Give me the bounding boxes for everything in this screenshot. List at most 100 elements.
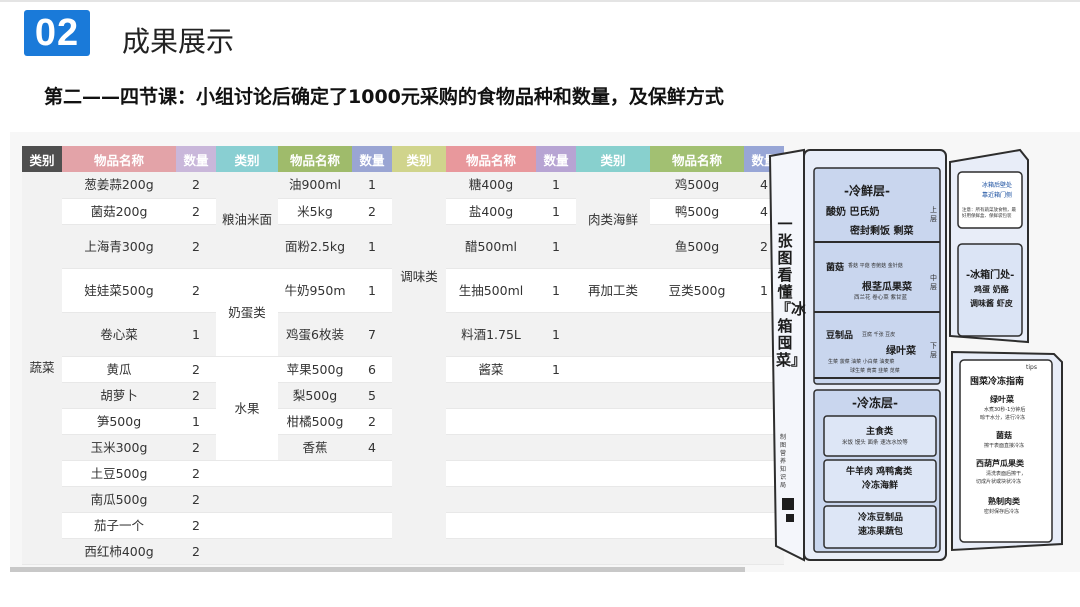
fresh-top-items2: 密封剩饭 剩菜	[850, 226, 914, 237]
page-title: 成果展示	[122, 25, 235, 58]
item-name: 茄子一个	[62, 512, 176, 539]
mid-left-sub: 香菇 平菇 杏鲍菇 金针菇	[848, 263, 903, 269]
freeze-drawer3-label: 冷冻豆制品	[858, 513, 904, 523]
freeze-drawer3-label2: 速冻果蔬包	[858, 527, 904, 537]
door-note-2: 靠近箱门侧	[982, 192, 1013, 199]
guide-item-4-sub: 密封保存后冷冻	[984, 509, 1020, 515]
item-qty: 1	[352, 224, 392, 269]
category-grain-oil: 粮油米面	[216, 172, 278, 269]
empty-cell	[650, 434, 744, 461]
low-main-label: 绿叶菜	[886, 346, 916, 357]
mid-left-label: 菌菇	[826, 263, 845, 273]
upper-shelf-tag: 上层	[930, 206, 937, 223]
empty-cell	[650, 486, 744, 513]
empty-cell	[278, 460, 352, 487]
empty-cell	[216, 538, 278, 565]
item-name: 牛奶950m	[278, 268, 352, 313]
empty-cell	[352, 486, 392, 513]
item-name: 豆类500g	[650, 268, 744, 313]
item-qty: 2	[176, 198, 216, 225]
fresh-layer-title: -冷鲜层-	[844, 184, 890, 198]
item-name: 卷心菜	[62, 312, 176, 357]
fridge-side-title: 一张图看懂『冰箱囤菜』	[776, 215, 807, 369]
door-title: -冰箱门处-	[966, 270, 1015, 281]
item-name: 鱼500g	[650, 224, 744, 269]
item-qty: 5	[352, 382, 392, 409]
empty-cell	[576, 486, 650, 513]
empty-cell	[216, 486, 278, 513]
empty-cell	[536, 408, 576, 435]
item-name: 笋500g	[62, 408, 176, 435]
item-name: 娃娃菜500g	[62, 268, 176, 313]
empty-cell	[446, 434, 536, 461]
item-name: 梨500g	[278, 382, 352, 409]
middle-shelf-tag: 中层	[930, 274, 937, 291]
empty-cell	[576, 408, 650, 435]
guide-item-1-sub: 水煮30秒-1分钟后	[984, 407, 1026, 413]
empty-cell	[650, 538, 744, 565]
door-note-1: 冰箱后壁处	[982, 182, 1013, 189]
empty-cell	[536, 512, 576, 539]
header-item-name: 物品名称	[62, 146, 176, 172]
header-quantity: 数量	[536, 146, 576, 172]
empty-cell	[446, 408, 536, 435]
empty-cell	[650, 312, 744, 357]
category-seasoning: 调味类	[392, 172, 446, 565]
freeze-drawer2-label: 牛羊肉 鸡鸭禽类	[846, 467, 913, 477]
table-header-row: 类别 物品名称 数量 类别 物品名称 数量 类别 物品名称 数量 类别 物品名称…	[22, 146, 784, 172]
table-row: 蔬菜 葱姜蒜200g 2 粮油米面 油900ml 1 调味类 糖400g 1 肉…	[22, 172, 784, 565]
item-qty: 2	[176, 224, 216, 269]
guide-item-1: 绿叶菜	[990, 395, 1014, 404]
header-item-name: 物品名称	[650, 146, 744, 172]
category-meat-seafood: 肉类海鲜	[576, 172, 650, 269]
low-left-label: 豆制品	[826, 331, 854, 341]
empty-cell	[650, 460, 744, 487]
door-tip: 注意：所有蔬菜放食物，最好用保鲜盒、保鲜袋包装	[962, 208, 1016, 219]
item-qty: 1	[352, 172, 392, 199]
empty-cell	[536, 486, 576, 513]
item-qty: 1	[352, 268, 392, 313]
empty-cell	[278, 538, 352, 565]
item-name: 玉米300g	[62, 434, 176, 461]
item-qty: 6	[352, 356, 392, 383]
item-name: 柑橘500g	[278, 408, 352, 435]
item-qty: 1	[536, 312, 576, 357]
header-item-name: 物品名称	[278, 146, 352, 172]
item-name: 糖400g	[446, 172, 536, 199]
lower-shelf-tag: 下层	[930, 342, 937, 359]
item-name: 米5kg	[278, 198, 352, 225]
guide-item-2: 菌菇	[996, 431, 1012, 440]
empty-cell	[446, 460, 536, 487]
mid-main-sub: 西兰花 卷心菜 紫甘蓝	[854, 295, 907, 301]
empty-cell	[576, 434, 650, 461]
food-purchase-table: 类别 物品名称 数量 类别 物品名称 数量 类别 物品名称 数量 类别 物品名称…	[22, 146, 784, 565]
mid-main-label: 根茎瓜果菜	[862, 282, 912, 293]
empty-cell	[352, 512, 392, 539]
item-name: 苹果500g	[278, 356, 352, 383]
item-qty: 1	[536, 224, 576, 269]
item-qty: 2	[176, 356, 216, 383]
empty-cell	[576, 312, 650, 357]
guide-item-3-sub2: 切成片状或块状冷冻	[976, 479, 1022, 485]
freeze-drawer2-label2: 冷冻海鲜	[862, 481, 899, 491]
item-name: 鸡蛋6枚装	[278, 312, 352, 357]
guide-title: 囤菜冷冻指南	[970, 377, 1025, 387]
door-items2: 调味酱 虾皮	[970, 299, 1013, 308]
empty-cell	[446, 486, 536, 513]
item-name: 鸭500g	[650, 198, 744, 225]
empty-cell	[536, 382, 576, 409]
item-name: 土豆500g	[62, 460, 176, 487]
freeze-drawer1-sub: 米饭 馒头 面条 速冻水饺等	[842, 440, 908, 446]
guide-item-4: 熟制肉类	[988, 497, 1020, 506]
door-items: 鸡蛋 奶酪	[974, 285, 1009, 294]
item-qty: 2	[176, 486, 216, 513]
fridge-side-credit: 制图 营养知识局	[780, 434, 787, 489]
item-name: 菌菇200g	[62, 198, 176, 225]
item-name: 盐400g	[446, 198, 536, 225]
header-quantity: 数量	[176, 146, 216, 172]
item-qty: 2	[176, 512, 216, 539]
item-qty: 2	[176, 172, 216, 199]
item-qty: 2	[352, 408, 392, 435]
item-qty: 1	[536, 172, 576, 199]
guide-tips: tips	[1026, 364, 1037, 371]
